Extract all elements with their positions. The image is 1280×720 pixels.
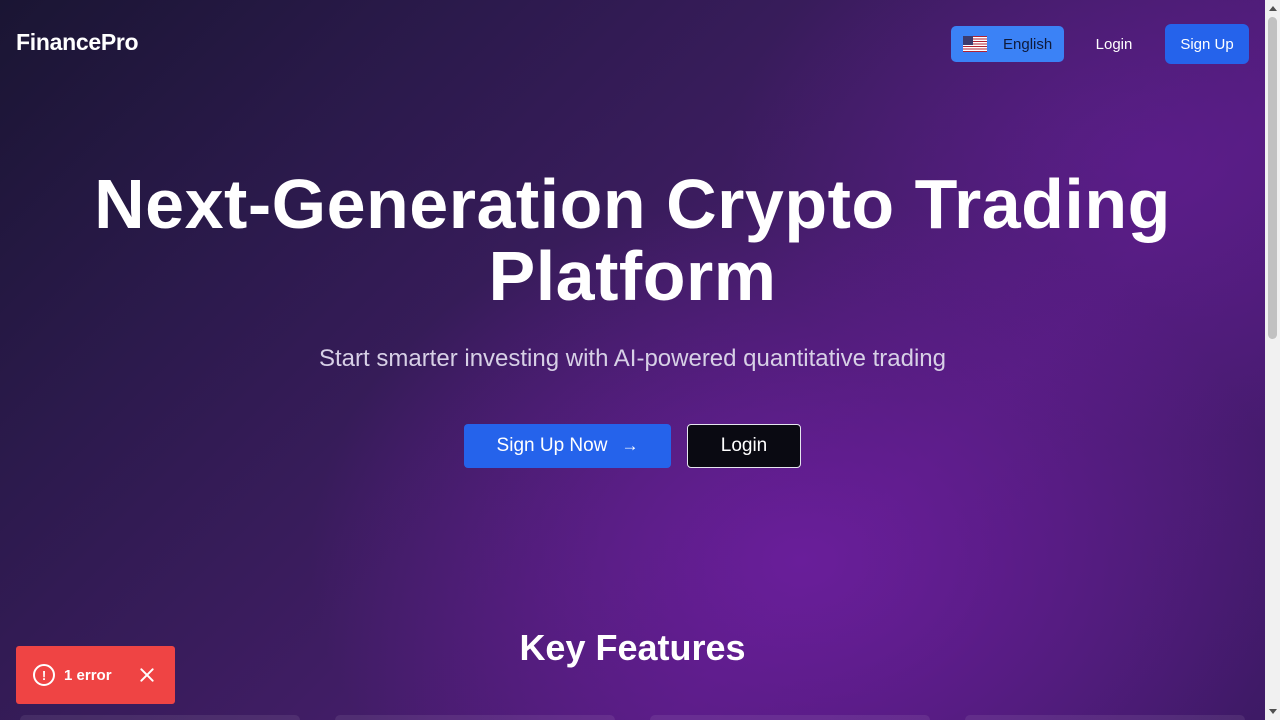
signup-now-label: Sign Up Now xyxy=(496,435,608,456)
header-login-button[interactable]: Login xyxy=(1080,26,1148,62)
hero-title-line-1: Next-Generation Crypto Trading xyxy=(94,165,1171,243)
hero-login-button[interactable]: Login xyxy=(687,424,801,468)
error-circle-icon: ! xyxy=(33,664,55,686)
scroll-down-arrow-icon[interactable] xyxy=(1265,703,1280,720)
hero-title: Next-Generation Crypto Trading Platform xyxy=(0,168,1265,312)
feature-card xyxy=(965,715,1245,720)
signup-now-button[interactable]: Sign Up Now → xyxy=(464,424,671,468)
hero-subtitle: Start smarter investing with AI-powered … xyxy=(319,345,946,372)
header-signup-button[interactable]: Sign Up xyxy=(1165,24,1249,64)
feature-card xyxy=(335,715,615,720)
feature-card xyxy=(650,715,930,720)
us-flag-icon xyxy=(963,36,987,52)
language-selector-button[interactable]: English xyxy=(951,26,1064,62)
close-icon[interactable] xyxy=(137,665,157,685)
vertical-scrollbar[interactable] xyxy=(1265,0,1280,720)
language-label: English xyxy=(1003,35,1053,53)
hero-title-line-2: Platform xyxy=(488,237,777,315)
error-toast-label: 1 error xyxy=(64,666,112,684)
scroll-up-arrow-icon[interactable] xyxy=(1265,0,1280,17)
brand-logo[interactable]: FinancePro xyxy=(16,29,139,56)
error-toast[interactable]: ! 1 error xyxy=(16,646,175,704)
feature-card xyxy=(20,715,300,720)
landing-page: FinancePro English Login Sign Up Next-Ge… xyxy=(0,0,1265,720)
features-heading: Key Features xyxy=(519,627,746,668)
arrow-right-icon: → xyxy=(621,436,639,455)
scrollbar-thumb[interactable] xyxy=(1268,17,1277,339)
